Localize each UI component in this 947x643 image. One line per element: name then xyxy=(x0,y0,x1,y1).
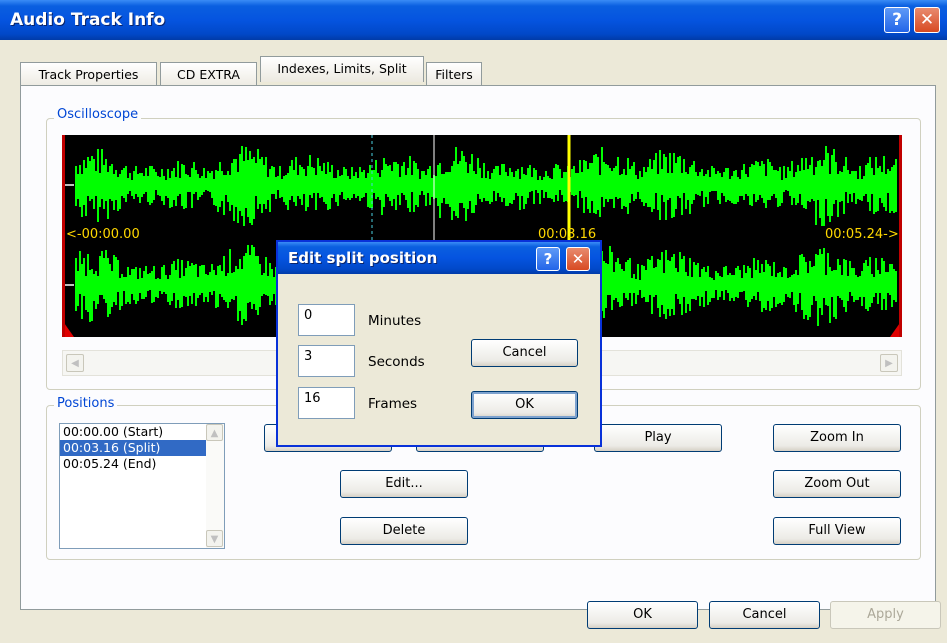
tab-indexes-limits-split[interactable]: Indexes, Limits, Split xyxy=(260,56,424,82)
time-start-label: <-00:00.00 xyxy=(66,227,140,242)
dialog-title-bar: Edit split position ? ✕ xyxy=(278,242,600,274)
dialog-cancel-button[interactable]: Cancel xyxy=(471,339,578,367)
close-button[interactable]: ✕ xyxy=(914,7,940,33)
scroll-left-button[interactable]: ◀ xyxy=(66,354,84,372)
list-scroll-up-button[interactable]: ▲ xyxy=(206,424,223,441)
positions-label: Positions xyxy=(54,396,118,411)
dialog-title: Edit split position xyxy=(288,249,438,267)
list-scroll-down-button[interactable]: ▼ xyxy=(206,530,223,547)
end-edge xyxy=(899,135,902,337)
list-item-selected[interactable]: 00:03.16 (Split) xyxy=(60,440,224,456)
frames-label: Frames xyxy=(368,396,418,412)
oscilloscope-label: Oscilloscope xyxy=(54,107,142,122)
seconds-field[interactable]: 3 xyxy=(298,345,355,377)
zoom-out-button[interactable]: Zoom Out xyxy=(773,470,901,498)
start-edge xyxy=(62,135,65,337)
minutes-label: Minutes xyxy=(368,313,422,329)
dialog-close-button[interactable]: ✕ xyxy=(566,247,590,271)
list-scrollbar[interactable]: ▲ ▼ xyxy=(206,424,224,548)
dialog-ok-button[interactable]: OK xyxy=(471,391,578,419)
ok-button[interactable]: OK xyxy=(587,601,698,629)
play-button[interactable]: Play xyxy=(594,424,722,452)
list-item[interactable]: 00:05.24 (End) xyxy=(60,456,224,472)
full-view-button[interactable]: Full View xyxy=(773,517,901,545)
positions-list[interactable]: 00:00.00 (Start) 00:03.16 (Split) 00:05.… xyxy=(59,423,225,549)
help-button[interactable]: ? xyxy=(884,7,910,33)
waveform-channel xyxy=(75,146,897,226)
zoom-in-button[interactable]: Zoom In xyxy=(773,424,901,452)
delete-button[interactable]: Delete xyxy=(340,517,468,545)
scroll-right-button[interactable]: ▶ xyxy=(880,354,898,372)
list-item[interactable]: 00:00.00 (Start) xyxy=(60,424,224,440)
window-title: Audio Track Info xyxy=(10,10,166,30)
title-bar: Audio Track Info ? ✕ xyxy=(0,0,947,40)
edit-split-dialog: Edit split position ? ✕ 0 Minutes 3 Seco… xyxy=(276,240,602,447)
dialog-help-button[interactable]: ? xyxy=(536,247,560,271)
edit-button[interactable]: Edit... xyxy=(340,470,468,498)
minutes-field[interactable]: 0 xyxy=(298,304,355,336)
seconds-label: Seconds xyxy=(368,354,425,370)
frames-field[interactable]: 16 xyxy=(298,387,355,419)
cancel-button[interactable]: Cancel xyxy=(709,601,820,629)
time-end-label: 00:05.24-> xyxy=(825,227,899,242)
apply-button[interactable]: Apply xyxy=(830,601,941,629)
